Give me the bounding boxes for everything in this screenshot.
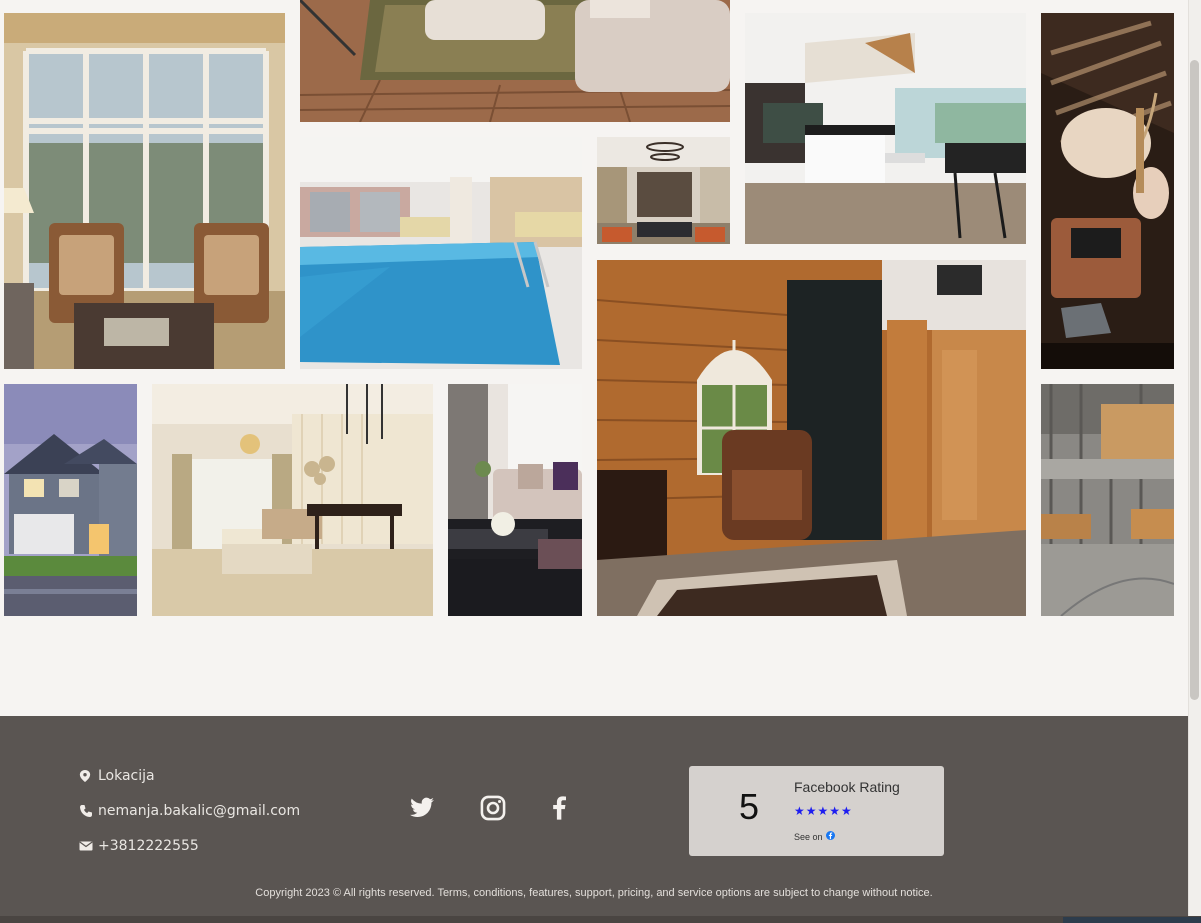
gallery-image-indoor-pool[interactable]	[300, 137, 582, 369]
rating-title: Facebook Rating	[794, 779, 900, 795]
facebook-rating-widget[interactable]: 5 Facebook Rating ★★★★★ See on	[689, 766, 944, 856]
facebook-link[interactable]	[543, 794, 575, 826]
map-marker-icon	[79, 769, 93, 783]
email-text: nemanja.bakalic@gmail.com	[98, 803, 301, 819]
instagram-icon	[479, 794, 507, 826]
copyright-text: Copyright 2023 © All rights reserved. Te…	[255, 887, 933, 899]
see-on-text: See on	[794, 831, 823, 842]
twitter-icon	[407, 795, 437, 825]
email-item[interactable]: nemanja.bakalic@gmail.com	[79, 803, 300, 819]
instagram-link[interactable]	[477, 794, 509, 826]
bottom-accent	[1063, 917, 1201, 923]
location-text: Lokacija	[98, 768, 155, 784]
gallery-image-dark-still-life[interactable]	[1041, 13, 1174, 369]
bottom-strip	[0, 916, 1201, 923]
envelope-icon	[79, 839, 93, 853]
rating-score: 5	[739, 786, 760, 827]
facebook-icon	[545, 793, 573, 827]
see-on-facebook-link[interactable]: See on	[794, 831, 835, 842]
phone-item[interactable]: +3812222555	[79, 838, 199, 854]
phone-text: +3812222555	[98, 838, 199, 854]
gallery-image-rug-sofa-floor[interactable]	[300, 0, 730, 122]
twitter-link[interactable]	[406, 794, 438, 826]
gallery-image-living-room-windows[interactable]	[4, 13, 285, 369]
phone-icon	[79, 804, 93, 818]
facebook-circle-icon	[825, 831, 835, 842]
scrollbar-thumb[interactable]	[1190, 60, 1199, 700]
gallery-image-concrete-interior[interactable]	[1041, 384, 1174, 616]
gallery-image-wood-room-armchair[interactable]	[597, 260, 1026, 616]
rating-stars: ★★★★★	[794, 804, 853, 818]
gallery-image-house-exterior[interactable]	[4, 384, 137, 616]
gallery-image-sofa-living-room[interactable]	[448, 384, 582, 616]
gallery-image-dining-living-room[interactable]	[152, 384, 433, 616]
gallery-image-modern-kitchen[interactable]	[745, 13, 1026, 244]
gallery-image-open-living-kitchen[interactable]	[597, 137, 730, 244]
location-item[interactable]: Lokacija	[79, 768, 155, 784]
